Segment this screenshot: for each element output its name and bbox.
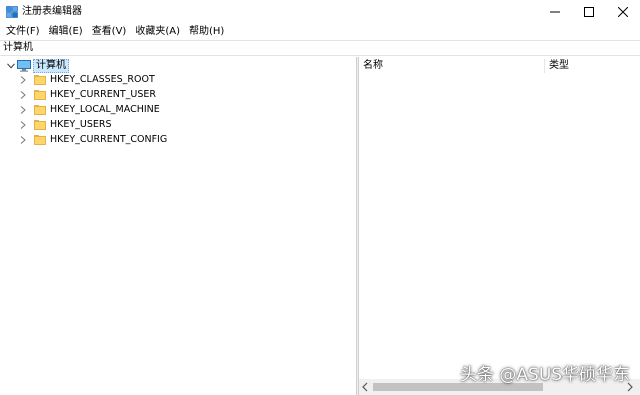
minimize-icon xyxy=(550,11,560,13)
tree-item-hku[interactable]: HKEY_USERS xyxy=(18,117,112,132)
minimize-button[interactable] xyxy=(538,0,572,24)
regedit-app-icon xyxy=(6,6,18,18)
folder-icon xyxy=(34,104,46,115)
tree-item-label: HKEY_CURRENT_USER xyxy=(50,89,156,100)
values-list: 名称 类型 xyxy=(359,57,640,395)
menu-favorites[interactable]: 收藏夹(A) xyxy=(133,25,184,39)
folder-icon xyxy=(34,119,46,130)
chevron-right-icon[interactable] xyxy=(18,87,28,102)
column-header-name[interactable]: 名称 xyxy=(359,57,544,75)
computer-icon xyxy=(17,59,31,72)
title-bar: 注册表编辑器 xyxy=(0,0,640,24)
folder-icon xyxy=(34,89,46,100)
tree-item-label: HKEY_CLASSES_ROOT xyxy=(50,74,155,85)
maximize-button[interactable] xyxy=(572,0,606,24)
watermark: 头条 @ASUS华硕华东 xyxy=(460,365,631,385)
tree-item-hklm[interactable]: HKEY_LOCAL_MACHINE xyxy=(18,102,160,117)
tree-item-hkcu[interactable]: HKEY_CURRENT_USER xyxy=(18,87,156,102)
tree-item-label: HKEY_USERS xyxy=(50,119,112,130)
folder-icon xyxy=(34,134,46,145)
tree-root-computer[interactable]: 计算机 xyxy=(6,58,69,73)
column-header-type[interactable]: 类型 xyxy=(545,57,640,75)
chevron-right-icon[interactable] xyxy=(18,132,28,147)
window-title: 注册表编辑器 xyxy=(22,6,82,17)
maximize-icon xyxy=(584,7,594,17)
chevron-down-icon[interactable] xyxy=(6,58,16,73)
menu-help[interactable]: 帮助(H) xyxy=(187,25,228,39)
tree-item-hkcr[interactable]: HKEY_CLASSES_ROOT xyxy=(18,72,155,87)
address-bar[interactable]: 计算机 xyxy=(0,40,640,56)
tree-item-label: HKEY_LOCAL_MACHINE xyxy=(50,104,160,115)
tree-item-label: HKEY_CURRENT_CONFIG xyxy=(50,134,168,145)
menu-edit[interactable]: 编辑(E) xyxy=(47,25,87,39)
close-button[interactable] xyxy=(606,0,640,24)
chevron-right-icon[interactable] xyxy=(18,72,28,87)
tree-root-label: 计算机 xyxy=(33,58,69,73)
close-icon xyxy=(618,7,628,17)
folder-icon xyxy=(34,74,46,85)
menu-view[interactable]: 查看(V) xyxy=(90,25,131,39)
scroll-left-icon[interactable] xyxy=(361,382,369,392)
menu-bar: 文件(F) 编辑(E) 查看(V) 收藏夹(A) 帮助(H) xyxy=(0,24,640,40)
chevron-right-icon[interactable] xyxy=(18,102,28,117)
chevron-right-icon[interactable] xyxy=(18,117,28,132)
registry-tree: 计算机 HKEY_CLASSES_ROOT HKEY_CURRENT_USER … xyxy=(0,57,356,395)
tree-item-hkcc[interactable]: HKEY_CURRENT_CONFIG xyxy=(18,132,167,147)
menu-file[interactable]: 文件(F) xyxy=(4,25,44,39)
